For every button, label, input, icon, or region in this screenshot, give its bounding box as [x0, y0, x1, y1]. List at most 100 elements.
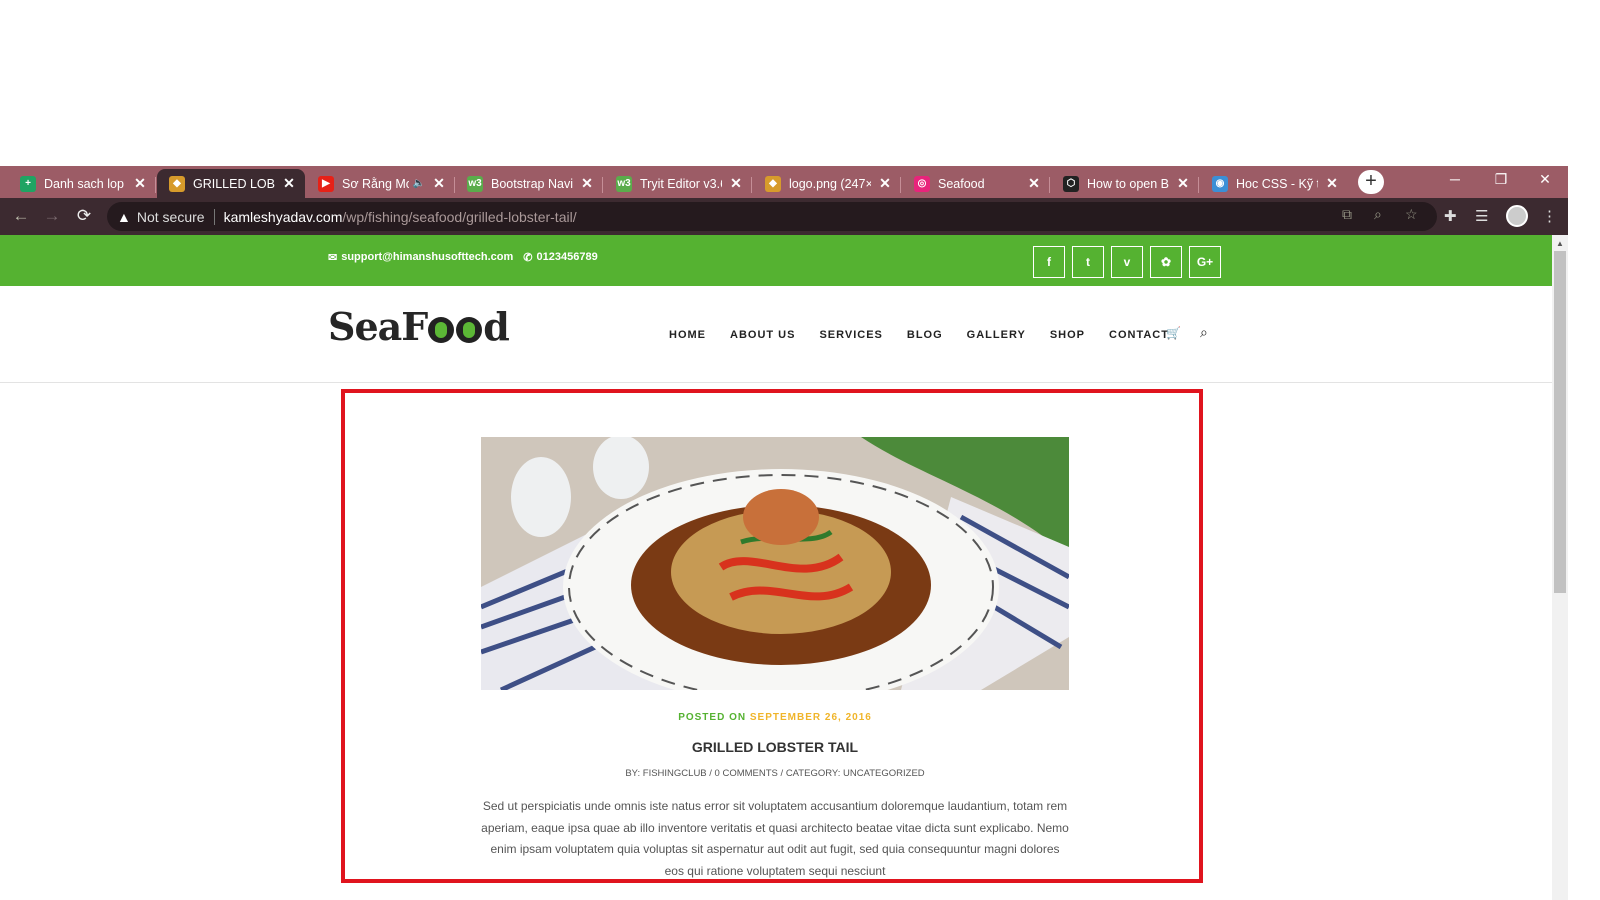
tab-divider — [602, 177, 603, 193]
tab-divider — [751, 177, 752, 193]
address-bar[interactable]: ▲ Not secure kamleshyadav.com /wp/fishin… — [107, 202, 1437, 231]
site-favicon-icon: ◉ — [1212, 175, 1228, 192]
menu-item-shop[interactable]: SHOP — [1050, 329, 1085, 341]
bookmark-star-icon[interactable]: ☆ — [1405, 206, 1418, 223]
browser-tab[interactable]: ◆ logo.png (247×4 ✕ — [753, 169, 901, 198]
security-label[interactable]: Not secure — [137, 209, 205, 225]
w3schools-icon: w3 — [467, 175, 483, 192]
tab-title: Tryit Editor v3.6 — [640, 176, 722, 191]
reload-button[interactable]: ⟳ — [72, 204, 96, 228]
phone-number: 0123456789 — [536, 251, 598, 263]
post-excerpt: Sed ut perspiciatis unde omnis iste natu… — [481, 799, 1069, 878]
cart-icon[interactable]: 🛒 — [1166, 326, 1181, 340]
close-tab-icon[interactable]: ✕ — [431, 175, 447, 192]
contact-info: ✉ support@himanshusofttech.com ✆ 0123456… — [328, 251, 598, 264]
sheets-icon: + — [20, 175, 36, 192]
menu-item-gallery[interactable]: GALLERY — [967, 329, 1026, 341]
dribbble-icon: ◎ — [914, 175, 930, 192]
site-favicon-icon: ◆ — [765, 175, 781, 192]
browser-tab-active[interactable]: ◆ GRILLED LOBSTE ✕ — [157, 169, 305, 198]
extensions-icon[interactable]: ✚ — [1444, 207, 1457, 225]
post-meta: POSTED ON SEPTEMBER 26, 2016 — [481, 712, 1069, 723]
translate-icon[interactable]: ⧉ — [1342, 206, 1352, 223]
email-icon: ✉ — [328, 252, 338, 264]
browser-toolbar: ← → ⟳ ▲ Not secure kamleshyadav.com /wp/… — [0, 198, 1600, 235]
minimize-button[interactable]: ─ — [1432, 166, 1478, 194]
page-scrollbar[interactable]: ▲ — [1552, 235, 1568, 900]
menu-item-services[interactable]: SERVICES — [819, 329, 882, 341]
close-tab-icon[interactable]: ✕ — [579, 175, 595, 192]
close-tab-icon[interactable]: ✕ — [1026, 175, 1042, 192]
close-tab-icon[interactable]: ✕ — [281, 175, 297, 192]
tab-title: How to open Bo — [1087, 176, 1169, 191]
new-tab-button[interactable]: + — [1358, 170, 1384, 194]
browser-tab[interactable]: + Danh sach lop C ✕ — [8, 169, 156, 198]
tab-divider — [1198, 177, 1199, 193]
post-date[interactable]: SEPTEMBER 26, 2016 — [750, 712, 872, 723]
google-plus-icon[interactable]: G+ — [1189, 246, 1221, 278]
tab-divider — [1049, 177, 1050, 193]
post-title[interactable]: GRILLED LOBSTER TAIL — [481, 739, 1069, 755]
site-favicon-icon: ◆ — [169, 175, 185, 192]
phone-icon: ✆ — [523, 252, 533, 264]
back-button[interactable]: ← — [9, 204, 33, 228]
scrollbar-thumb[interactable] — [1554, 251, 1566, 593]
tab-title: logo.png (247×4 — [789, 176, 871, 191]
browser-tab[interactable]: ⬡ How to open Bo ✕ — [1051, 169, 1199, 198]
close-tab-icon[interactable]: ✕ — [132, 175, 148, 192]
dribbble-icon[interactable]: ✿ — [1150, 246, 1182, 278]
facebook-icon[interactable]: f — [1033, 246, 1065, 278]
menu-item-about[interactable]: ABOUT US — [730, 329, 795, 341]
browser-tab[interactable]: w3 Tryit Editor v3.6 ✕ — [604, 169, 752, 198]
forward-button[interactable]: → — [40, 204, 64, 228]
close-tab-icon[interactable]: ✕ — [877, 175, 893, 192]
warning-icon[interactable]: ▲ — [117, 209, 131, 225]
tab-title: Danh sach lop C — [44, 176, 126, 191]
menu-item-blog[interactable]: BLOG — [907, 329, 943, 341]
close-tab-icon[interactable]: ✕ — [728, 175, 744, 192]
omnibox-divider — [213, 208, 215, 225]
url-path[interactable]: /wp/fishing/seafood/grilled-lobster-tail… — [342, 209, 576, 225]
w3schools-icon: w3 — [616, 175, 632, 192]
audio-playing-icon[interactable]: 🔈 — [413, 178, 425, 189]
tab-title: Sơ Rằng Mo — [342, 176, 409, 191]
browser-tab[interactable]: w3 Bootstrap Navig ✕ — [455, 169, 603, 198]
scroll-up-icon[interactable]: ▲ — [1556, 239, 1564, 248]
codepen-icon: ⬡ — [1063, 175, 1079, 192]
logo-leaf-icon — [456, 317, 483, 343]
tab-divider — [900, 177, 901, 193]
top-info-bar: ✉ support@himanshusofttech.com ✆ 0123456… — [0, 235, 1552, 286]
zoom-icon[interactable]: ⌕ — [1374, 206, 1382, 223]
site-header: SeaF d HOME ABOUT US SERVICES BLOG GALLER… — [0, 286, 1552, 383]
vimeo-icon[interactable]: v — [1111, 246, 1143, 278]
close-window-button[interactable]: ✕ — [1522, 166, 1568, 194]
search-icon[interactable]: ⌕ — [1200, 324, 1208, 341]
twitter-icon[interactable]: t — [1072, 246, 1104, 278]
posted-on-label: POSTED ON — [678, 712, 747, 723]
tab-title: Seafood — [938, 176, 985, 191]
logo-text-end: d — [483, 304, 510, 349]
tab-divider — [155, 177, 156, 193]
site-logo[interactable]: SeaF d — [328, 304, 510, 349]
url-host[interactable]: kamleshyadav.com — [224, 209, 343, 225]
menu-item-contact[interactable]: CONTACT — [1109, 329, 1169, 341]
menu-kebab-icon[interactable]: ⋮ — [1542, 207, 1557, 225]
blank-edge — [1568, 166, 1600, 900]
food-illustration — [481, 437, 1069, 690]
menu-item-home[interactable]: HOME — [669, 329, 706, 341]
browser-tab[interactable]: ◉ Hoc CSS - Kỹ thu ✕ — [1200, 169, 1348, 198]
close-tab-icon[interactable]: ✕ — [1324, 175, 1340, 192]
browser-tab[interactable]: ▶ Sơ Rằng Mo 🔈 ✕ — [306, 169, 455, 198]
tab-title: Hoc CSS - Kỹ thu — [1236, 176, 1318, 191]
post-featured-image[interactable] — [481, 437, 1069, 690]
reading-list-icon[interactable]: ☰ — [1475, 207, 1488, 225]
close-tab-icon[interactable]: ✕ — [1175, 175, 1191, 192]
browser-tab[interactable]: ◎ Seafood ✕ — [902, 169, 1050, 198]
profile-avatar[interactable] — [1506, 205, 1528, 227]
email-link[interactable]: support@himanshusofttech.com — [341, 251, 513, 264]
blank-area — [0, 0, 1600, 166]
tab-title: GRILLED LOBSTE — [193, 176, 275, 191]
restore-button[interactable]: ❐ — [1478, 166, 1524, 194]
main-menu: HOME ABOUT US SERVICES BLOG GALLERY SHOP… — [669, 329, 1169, 341]
logo-leaf-icon — [428, 317, 455, 343]
